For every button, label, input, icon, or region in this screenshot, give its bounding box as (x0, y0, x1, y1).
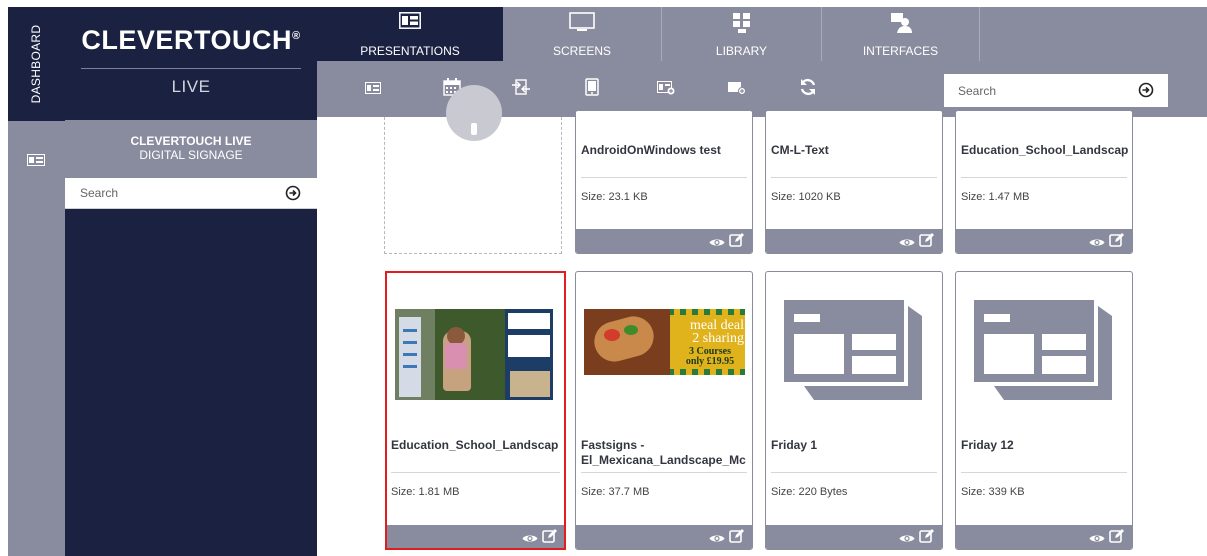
card-size: Size: 37.7 MB (581, 486, 650, 498)
edit-icon[interactable] (919, 529, 934, 549)
tab-screens[interactable]: SCREENS (503, 7, 661, 61)
tab-presentations[interactable]: PRESENTATIONS (317, 7, 503, 61)
arrow-right-circle-icon[interactable] (1138, 82, 1154, 103)
sidebar-header: CLEVERTOUCH LIVE DIGITAL SIGNAGE (65, 120, 317, 178)
sidebar-search-input[interactable] (80, 186, 270, 200)
eye-icon[interactable] (709, 235, 725, 253)
new-presentation-placeholder[interactable] (384, 85, 562, 254)
tab-label: INTERFACES (862, 44, 939, 58)
card-divider (961, 177, 1127, 178)
transfer-icon[interactable] (512, 79, 530, 100)
presentation-icon[interactable] (365, 81, 381, 99)
sidebar-subtitle: DIGITAL SIGNAGE (139, 148, 243, 162)
app-root: DASHBOARD CLEVERTOUCH® LIVE CLEVERTOUCH … (0, 0, 1207, 556)
card-title: Friday 1 (771, 438, 818, 452)
tab-label: PRESENTATIONS (360, 44, 460, 58)
tab-library[interactable]: LIBRARY (662, 7, 821, 61)
eye-icon[interactable] (899, 531, 915, 549)
card-divider (771, 177, 937, 178)
tab-label: SCREENS (552, 44, 611, 58)
selection-highlight (385, 271, 566, 550)
registered-mark: ® (291, 30, 301, 42)
card-divider (581, 472, 747, 473)
eye-icon[interactable] (709, 531, 725, 549)
arrow-right-circle-icon[interactable] (285, 185, 301, 206)
layout-placeholder-icon (784, 300, 924, 400)
card-size: Size: 339 KB (961, 486, 1025, 498)
presentation-card[interactable]: CM-L-Text Size: 1020 KB (765, 110, 943, 254)
eye-icon[interactable] (1089, 235, 1105, 253)
card-title: AndroidOnWindows test (581, 143, 721, 157)
brand-divider (81, 68, 301, 69)
card-footer (576, 229, 752, 253)
card-size: Size: 1020 KB (771, 191, 841, 203)
card-title: Education_School_Landscap (961, 143, 1129, 157)
sidebar-title: CLEVERTOUCH LIVE (130, 134, 252, 148)
edit-icon[interactable] (1109, 233, 1124, 253)
add-screen-icon[interactable] (728, 81, 746, 100)
library-icon (732, 12, 752, 37)
presentation-card[interactable]: Friday 1 Size: 220 Bytes (765, 271, 943, 550)
card-title: CM-L-Text (771, 143, 829, 157)
edit-icon[interactable] (919, 233, 934, 253)
edit-icon[interactable] (1109, 529, 1124, 549)
add-icon (446, 85, 502, 141)
card-title: Friday 12 (961, 438, 1014, 452)
eye-icon[interactable] (899, 235, 915, 253)
brand-logo: CLEVERTOUCH® LIVE (65, 7, 317, 117)
brand-name: CLEVERTOUCH (81, 25, 292, 55)
presentation-card[interactable]: meal deal 2 sharing 3 Courses only £19.9… (575, 271, 753, 550)
thumb-text-sharing: 2 sharing (692, 331, 744, 346)
refresh-icon[interactable] (799, 78, 817, 101)
card-footer (956, 229, 1132, 253)
tab-divider (979, 7, 980, 61)
card-footer (766, 525, 942, 549)
card-title-line2: El_Mexicana_Landscape_Mc (581, 453, 746, 467)
presentation-card[interactable]: Education_School_Landscap Size: 1.47 MB (955, 110, 1133, 254)
presentation-card[interactable]: AndroidOnWindows test Size: 23.1 KB (575, 110, 753, 254)
thumbnail-image: meal deal 2 sharing 3 Courses only £19.9… (584, 309, 745, 375)
dashboard-tab[interactable]: DASHBOARD (8, 7, 65, 121)
left-nav-strip: DASHBOARD (8, 7, 65, 556)
search-box (944, 74, 1168, 107)
dashboard-label: DASHBOARD (29, 24, 43, 104)
card-size: Size: 1.47 MB (961, 191, 1030, 203)
layout-placeholder-icon (974, 300, 1114, 400)
monitor-icon (569, 12, 595, 35)
thumb-text-price: only £19.95 (685, 356, 735, 367)
card-divider (581, 177, 747, 178)
tab-interfaces[interactable]: INTERFACES (822, 7, 979, 61)
card-size: Size: 23.1 KB (581, 191, 648, 203)
tab-label: LIBRARY (715, 44, 768, 58)
card-divider (771, 472, 937, 473)
tablet-icon[interactable] (585, 78, 599, 101)
card-size: Size: 220 Bytes (771, 486, 848, 498)
eye-icon[interactable] (1089, 531, 1105, 549)
edit-icon[interactable] (729, 529, 744, 549)
card-divider (961, 472, 1127, 473)
presentation-icon[interactable] (27, 153, 45, 171)
brand-subtitle: LIVE (171, 77, 211, 96)
add-layout-icon[interactable] (657, 81, 675, 100)
card-title: Fastsigns - (581, 438, 645, 452)
search-input[interactable] (958, 84, 1128, 98)
main-tabs: PRESENTATIONS SCREENS LIBRARY INTERFACES (317, 7, 1207, 61)
presentation-card[interactable]: Friday 12 Size: 339 KB (955, 271, 1133, 550)
presentation-icon (399, 12, 421, 32)
edit-icon[interactable] (729, 233, 744, 253)
card-footer (576, 525, 752, 549)
interface-icon (890, 12, 912, 37)
sidebar-search (65, 178, 317, 209)
card-footer (766, 229, 942, 253)
card-footer (956, 525, 1132, 549)
